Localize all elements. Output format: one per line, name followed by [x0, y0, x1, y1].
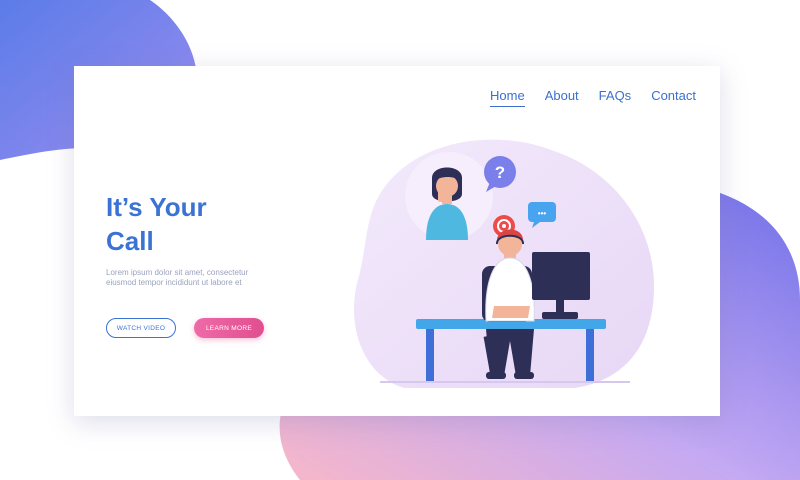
svg-text:•••: •••: [538, 209, 547, 218]
watch-video-button[interactable]: WATCH VIDEO: [106, 318, 176, 338]
floor-line: [380, 381, 630, 383]
support-illustration: ? •••: [354, 139, 654, 388]
nav-link-about[interactable]: About: [545, 88, 579, 107]
svg-text:?: ?: [495, 163, 505, 182]
nav-link-home[interactable]: Home: [490, 88, 525, 107]
hero-headline: It’s Your Call: [106, 192, 207, 256]
landing-card: ? ••• Home About FAQs Contact It’s Your …: [74, 66, 720, 416]
top-navigation: Home About FAQs Contact: [490, 88, 696, 107]
hero-body-text: Lorem ipsum dolor sit amet, consectetur …: [106, 268, 249, 287]
landing-page-stage: ? ••• Home About FAQs Contact It’s Your …: [0, 0, 800, 480]
nav-link-contact[interactable]: Contact: [651, 88, 696, 107]
nav-link-faqs[interactable]: FAQs: [599, 88, 632, 107]
learn-more-button[interactable]: LEARN MORE: [194, 318, 264, 338]
